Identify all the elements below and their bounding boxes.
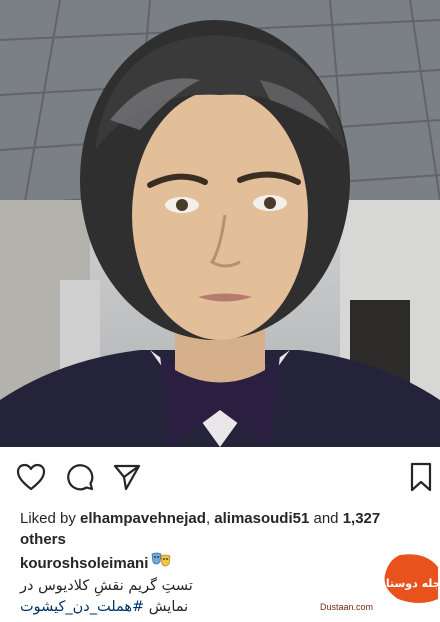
- like-button[interactable]: [16, 462, 46, 492]
- comment-icon: [67, 464, 94, 491]
- portrait-image: [0, 0, 440, 447]
- liked-by-prefix: Liked by: [20, 510, 76, 527]
- share-button[interactable]: [112, 462, 142, 492]
- others-word[interactable]: others: [20, 531, 66, 548]
- comment-button[interactable]: [65, 462, 95, 492]
- caption-hashtag[interactable]: #هملت_دن_کیشوت: [20, 599, 144, 615]
- caption-line-1: تستِ گریم نقشِ کلادیوس در: [20, 578, 193, 594]
- caption-line-2-prefix: نمایش: [144, 599, 189, 615]
- liker-link-1[interactable]: elhampavehnejad: [80, 510, 206, 527]
- heart-icon: [16, 463, 46, 491]
- caption-username[interactable]: kouroshsoleimani: [20, 555, 148, 572]
- share-icon: [113, 464, 141, 491]
- others-count[interactable]: 1,327: [343, 510, 381, 527]
- liker-link-2[interactable]: alimasoudi51: [214, 510, 309, 527]
- bookmark-button[interactable]: [406, 462, 436, 492]
- likes-summary: Liked by elhampavehnejad, alimasoudi51 a…: [20, 510, 381, 548]
- theater-masks-icon: [151, 552, 171, 576]
- post-caption: kouroshsoleimani تستِ گریم نقشِ کلادیوس …: [20, 552, 350, 618]
- watermark-site-text: Dustaan.com: [320, 602, 374, 612]
- bookmark-icon: [410, 462, 432, 492]
- and-word: and: [313, 510, 339, 527]
- post-action-bar: [0, 447, 440, 501]
- logo-text: مجله دوستان: [376, 577, 440, 590]
- post-photo[interactable]: [0, 0, 440, 447]
